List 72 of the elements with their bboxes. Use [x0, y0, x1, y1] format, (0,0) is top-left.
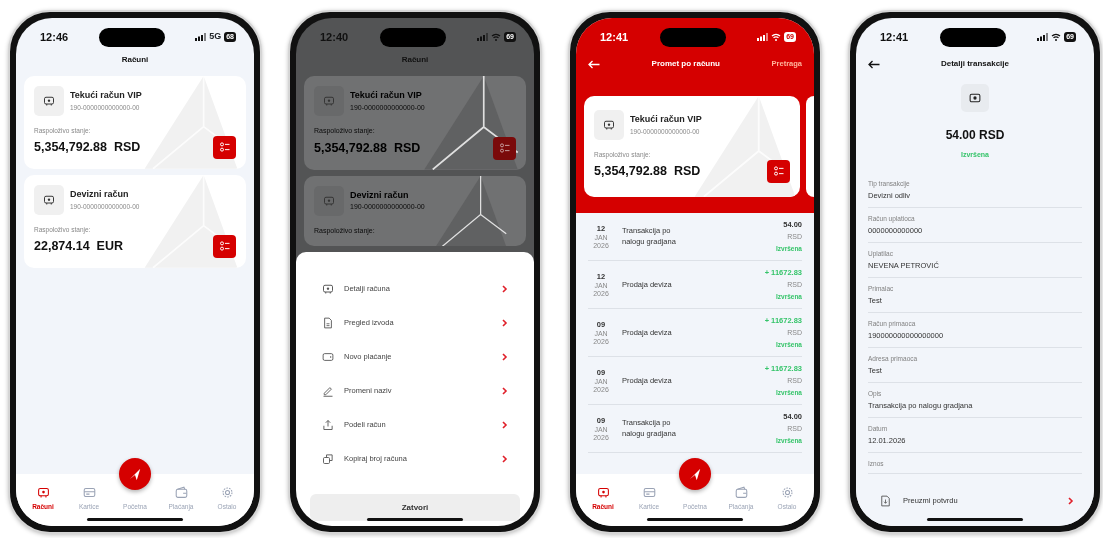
account-icon: [322, 283, 334, 295]
screen-title: Računi: [400, 54, 430, 66]
gear-icon: [220, 486, 234, 500]
close-button[interactable]: Zatvori: [310, 494, 520, 521]
wallet-icon: [174, 486, 188, 500]
download-document-icon: [880, 495, 891, 507]
chevron-right-icon: [502, 455, 508, 463]
list-icon: [218, 141, 231, 154]
account-icon: [603, 119, 615, 131]
card-icon: [642, 486, 656, 500]
list-icon: [498, 142, 511, 154]
share-icon: [322, 419, 334, 431]
account-icon: [36, 486, 50, 500]
camera-cutout: [98, 27, 165, 47]
camera-cutout: [939, 27, 1006, 47]
transaction-amount: 54.00 RSD: [945, 127, 1005, 144]
account-icon: [323, 95, 335, 107]
signal-icon: [195, 33, 207, 41]
account-balance: 22,874.14 EUR: [34, 237, 123, 255]
account-balance: 5,354,792.88 RSD: [314, 139, 421, 157]
account-menu-button[interactable]: [213, 234, 236, 258]
camera-cutout: [659, 27, 726, 47]
account-menu-button[interactable]: [493, 136, 516, 160]
status-time: 12:46: [40, 29, 69, 45]
list-icon: [218, 240, 231, 252]
list-icon: [772, 165, 785, 178]
pencil-icon: [322, 385, 334, 397]
account-menu-button[interactable]: [213, 135, 236, 159]
account-name: Devizni račun: [350, 188, 410, 202]
back-button[interactable]: [868, 59, 880, 69]
status-time: 12:41: [600, 29, 629, 45]
cash-icon: [969, 92, 981, 104]
back-arrow-icon: [588, 59, 600, 69]
account-icon: [43, 95, 55, 107]
wifi-icon: [491, 33, 502, 41]
account-balance: 5,354,792.88 RSD: [594, 162, 701, 180]
wallet-icon: [734, 486, 748, 500]
screen-title: Promet po računu: [650, 58, 721, 70]
account-name: Devizni račun: [70, 188, 130, 202]
chevron-right-icon: [1068, 497, 1074, 505]
copy-icon: [322, 453, 334, 465]
account-name: Tekući račun VIP: [630, 113, 702, 127]
camera-cutout: [379, 27, 446, 47]
signal-icon: [757, 33, 769, 41]
chevron-right-icon: [502, 319, 508, 327]
screen-title: Detalji transakcije: [939, 58, 1010, 70]
status-time: 12:41: [880, 29, 909, 45]
chevron-right-icon: [502, 387, 508, 395]
account-icon: [323, 194, 335, 207]
gear-icon: [780, 486, 794, 500]
chevron-right-icon: [502, 285, 508, 293]
chevron-right-icon: [502, 353, 508, 361]
screen-title: Računi: [120, 54, 150, 66]
wifi-icon: [1051, 33, 1062, 41]
account-name: Tekući račun VIP: [350, 89, 423, 102]
signal-icon: [1037, 33, 1049, 41]
network-label: 5G: [209, 30, 222, 44]
home-logo-button[interactable]: [119, 458, 151, 490]
document-icon: [322, 317, 334, 329]
status-time: 12:40: [320, 29, 349, 45]
account-name: Tekući račun VIP: [70, 89, 142, 103]
signal-icon: [477, 33, 489, 41]
card-icon: [82, 486, 96, 500]
home-logo-button[interactable]: [679, 458, 711, 490]
account-balance: 5,354,792.88 RSD: [34, 138, 141, 156]
wallet-icon: [322, 351, 334, 363]
back-arrow-icon: [868, 59, 880, 69]
account-icon: [43, 193, 55, 206]
account-menu-button[interactable]: [767, 159, 790, 183]
chevron-right-icon: [502, 421, 508, 429]
account-icon: [596, 486, 610, 500]
wifi-icon: [771, 33, 782, 41]
